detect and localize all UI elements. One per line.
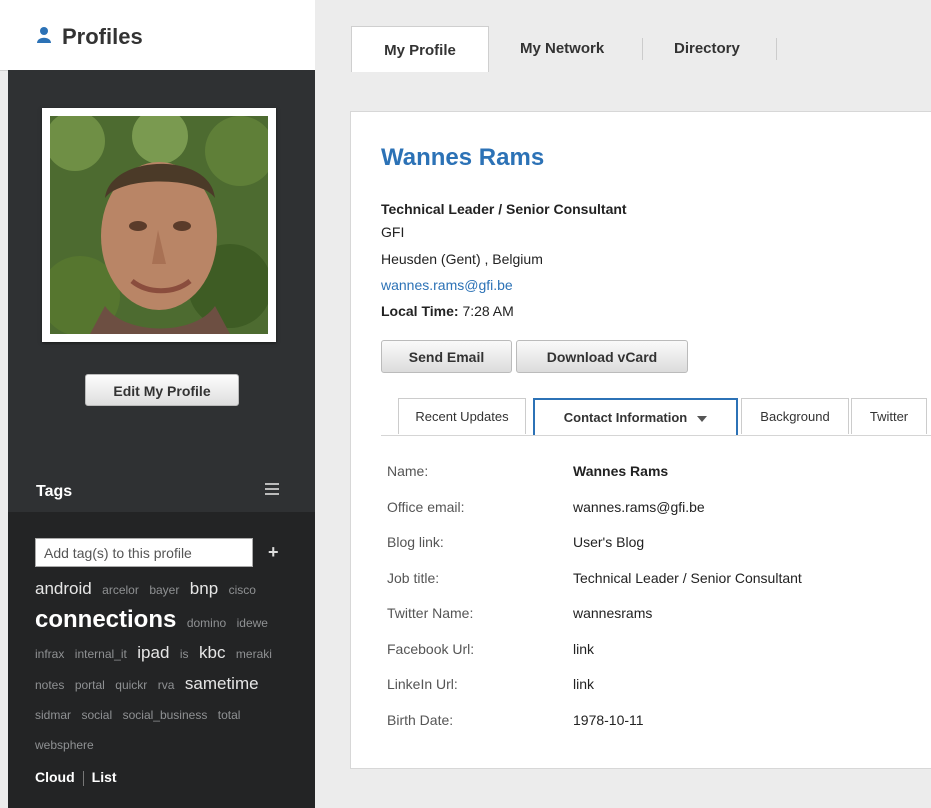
tag-link[interactable]: internal_it bbox=[75, 647, 127, 661]
app-header: Profiles bbox=[0, 0, 315, 71]
app-title: Profiles bbox=[62, 24, 143, 49]
tab-directory[interactable]: Directory bbox=[674, 40, 740, 57]
tag-link[interactable]: idewe bbox=[237, 616, 268, 630]
tag-link[interactable]: portal bbox=[75, 678, 105, 692]
tab-divider bbox=[642, 38, 643, 60]
contact-value: wannesrams bbox=[573, 605, 653, 621]
local-time-value: 7:28 AM bbox=[462, 303, 514, 319]
tag-link[interactable]: social bbox=[81, 708, 112, 722]
tags-heading: Tags bbox=[36, 483, 73, 500]
tag-link[interactable]: kbc bbox=[199, 643, 225, 662]
tag-link[interactable]: sametime bbox=[185, 674, 259, 693]
sidebar: Edit My Profile Tags + android arcelor b… bbox=[8, 70, 315, 808]
cloud-view-link[interactable]: Cloud bbox=[35, 769, 75, 785]
contact-label: Blog link: bbox=[387, 534, 444, 550]
contact-value: 1978-10-11 bbox=[573, 711, 644, 728]
contact-value: Technical Leader / Senior Consultant bbox=[573, 569, 802, 586]
tag-link[interactable]: is bbox=[180, 647, 189, 661]
tab-contact-information[interactable]: Contact Information bbox=[533, 398, 738, 435]
tab-contact-label: Contact Information bbox=[563, 410, 688, 425]
tag-view-toggle: Cloud List bbox=[35, 769, 117, 786]
send-email-button[interactable]: Send Email bbox=[381, 340, 512, 373]
top-navigation: My Profile My Network Directory bbox=[315, 0, 931, 72]
person-icon bbox=[37, 27, 51, 43]
tab-my-profile[interactable]: My Profile bbox=[351, 26, 489, 72]
tag-link[interactable]: sidmar bbox=[35, 708, 71, 722]
tab-twitter[interactable]: Twitter bbox=[851, 398, 927, 434]
tag-link[interactable]: social_business bbox=[123, 708, 208, 722]
list-view-link[interactable]: List bbox=[92, 769, 117, 785]
contact-value[interactable]: link bbox=[573, 676, 594, 692]
contact-value[interactable]: link bbox=[573, 641, 594, 657]
tab-divider bbox=[776, 38, 777, 60]
tags-menu-icon[interactable] bbox=[265, 483, 279, 497]
contact-value[interactable]: User's Blog bbox=[573, 534, 644, 550]
contact-value[interactable]: wannes.rams@gfi.be bbox=[573, 499, 705, 515]
contact-label: Birth Date: bbox=[387, 711, 454, 728]
contact-label: Facebook Url: bbox=[387, 640, 475, 657]
profile-job-title: Technical Leader / Senior Consultant bbox=[381, 201, 627, 217]
tag-link[interactable]: bnp bbox=[190, 579, 218, 598]
tab-background[interactable]: Background bbox=[741, 398, 849, 434]
contact-label: Job title: bbox=[387, 569, 440, 586]
profile-card: Wannes Rams Technical Leader / Senior Co… bbox=[350, 111, 931, 769]
profile-location: Heusden (Gent) , Belgium bbox=[381, 251, 543, 267]
local-time: Local Time: 7:28 AM bbox=[381, 303, 514, 319]
edit-profile-button[interactable]: Edit My Profile bbox=[85, 374, 239, 406]
local-time-label: Local Time: bbox=[381, 303, 459, 319]
tag-link[interactable]: domino bbox=[187, 616, 226, 630]
tag-link[interactable]: cisco bbox=[229, 583, 256, 597]
tag-link[interactable]: ipad bbox=[137, 643, 169, 662]
tag-link[interactable]: websphere bbox=[35, 738, 94, 752]
add-tag-icon[interactable]: + bbox=[268, 538, 279, 567]
tags-panel: + android arcelor bayer bnp cisco connec… bbox=[8, 512, 315, 808]
contact-label: Twitter Name: bbox=[387, 605, 474, 621]
profile-email-link[interactable]: wannes.rams@gfi.be bbox=[381, 277, 513, 293]
profile-name[interactable]: Wannes Rams bbox=[381, 144, 544, 172]
profile-organization: GFI bbox=[381, 224, 405, 240]
tag-link[interactable]: android bbox=[35, 579, 92, 598]
contact-label: Name: bbox=[387, 463, 429, 479]
tab-recent-updates[interactable]: Recent Updates bbox=[398, 398, 526, 434]
tag-link[interactable]: meraki bbox=[236, 647, 272, 661]
contact-value: Wannes Rams bbox=[573, 463, 669, 479]
profile-photo-frame bbox=[42, 108, 276, 342]
tag-link[interactable]: arcelor bbox=[102, 583, 139, 597]
chevron-down-icon[interactable] bbox=[697, 415, 708, 422]
tag-link[interactable]: bayer bbox=[149, 583, 179, 597]
contact-label: Office email: bbox=[387, 498, 465, 515]
tag-link[interactable]: infrax bbox=[35, 647, 64, 661]
download-vcard-button[interactable]: Download vCard bbox=[516, 340, 688, 373]
tab-my-network[interactable]: My Network bbox=[520, 40, 604, 57]
tag-link[interactable]: connections bbox=[35, 606, 176, 633]
tag-link[interactable]: rva bbox=[158, 678, 175, 692]
profile-photo bbox=[50, 116, 268, 334]
tag-cloud: android arcelor bayer bnp cisco connecti… bbox=[35, 574, 297, 760]
tag-link[interactable]: notes bbox=[35, 678, 64, 692]
profile-subtabs: Recent Updates Contact Information Backg… bbox=[381, 398, 931, 436]
tag-input[interactable] bbox=[35, 538, 253, 567]
tag-link[interactable]: total bbox=[218, 708, 241, 722]
contact-label: LinkeIn Url: bbox=[387, 676, 458, 692]
tag-link[interactable]: quickr bbox=[115, 678, 147, 692]
